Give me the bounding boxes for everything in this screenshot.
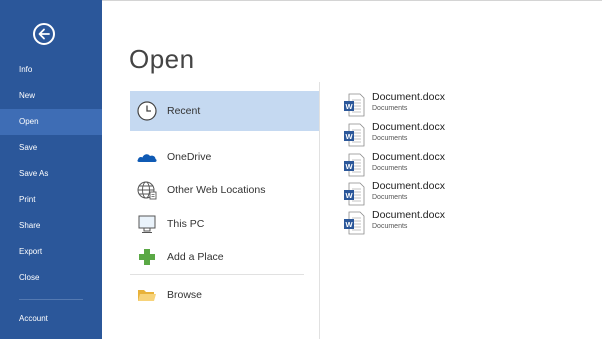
svg-text:W: W <box>345 162 353 171</box>
nav-label: Print <box>19 195 36 204</box>
file-name: Document.docx <box>372 180 445 192</box>
word-doc-icon: W <box>344 211 365 235</box>
nav-label: Share <box>19 221 41 230</box>
cloud-icon <box>137 154 157 162</box>
file-path: Documents <box>372 135 408 142</box>
svg-text:W: W <box>345 191 353 200</box>
nav-account[interactable]: Account <box>0 306 102 332</box>
back-arrow-icon <box>38 28 50 40</box>
nav-label: Account <box>19 314 48 323</box>
file-name: Document.docx <box>372 151 445 163</box>
file-path: Documents <box>372 105 408 112</box>
place-add-a-place[interactable]: Add a Place <box>130 237 319 277</box>
nav-share[interactable]: Share <box>0 213 102 239</box>
place-recent[interactable]: Recent <box>130 91 319 131</box>
nav-close[interactable]: Close <box>0 265 102 291</box>
recent-file-item[interactable]: W Document.docx Documents <box>343 121 593 149</box>
page-title: Open <box>129 44 195 74</box>
nav-label: New <box>19 91 36 100</box>
nav-save[interactable]: Save <box>0 135 102 161</box>
word-doc-icon: W <box>344 153 365 177</box>
nav-save-as[interactable]: Save As <box>0 161 102 187</box>
place-browse[interactable]: Browse <box>130 275 319 315</box>
nav-new[interactable]: New <box>0 83 102 109</box>
folder-icon <box>138 290 156 301</box>
nav-print[interactable]: Print <box>0 187 102 213</box>
file-name: Document.docx <box>372 121 445 133</box>
plus-icon <box>139 249 155 265</box>
globe-icon <box>137 181 157 200</box>
nav-info[interactable]: Info <box>0 57 102 83</box>
recent-file-item[interactable]: W Document.docx Documents <box>343 91 593 119</box>
svg-text:W: W <box>345 132 353 141</box>
word-doc-icon: W <box>344 123 365 147</box>
file-path: Documents <box>372 194 408 201</box>
word-doc-icon: W <box>344 182 365 206</box>
nav-label: Info <box>19 65 33 74</box>
svg-text:W: W <box>345 220 353 229</box>
file-path: Documents <box>372 223 408 230</box>
place-label: Add a Place <box>167 251 224 263</box>
place-label: Recent <box>167 105 201 117</box>
computer-icon <box>138 215 156 233</box>
clock-icon <box>137 101 157 121</box>
nav-export[interactable]: Export <box>0 239 102 265</box>
recent-file-item[interactable]: W Document.docx Documents <box>343 151 593 179</box>
nav-label: Open <box>19 117 39 126</box>
svg-text:W: W <box>345 102 353 111</box>
word-doc-icon: W <box>344 93 365 117</box>
place-label: Browse <box>167 289 203 301</box>
recent-file-item[interactable]: W Document.docx Documents <box>343 209 593 237</box>
file-path: Documents <box>372 165 408 172</box>
file-name: Document.docx <box>372 209 445 221</box>
nav-divider <box>19 299 83 300</box>
nav-label: Close <box>19 273 40 282</box>
backstage-sidebar: Info New Open Save Save As Print Share E… <box>0 0 102 339</box>
back-button[interactable] <box>33 23 55 45</box>
nav-open[interactable]: Open <box>0 109 102 135</box>
nav-label: Save <box>19 143 38 152</box>
nav-label: Export <box>19 247 43 256</box>
recent-file-item[interactable]: W Document.docx Documents <box>343 180 593 208</box>
file-name: Document.docx <box>372 91 445 103</box>
nav-label: Save As <box>19 169 49 178</box>
pane-divider <box>319 82 320 339</box>
